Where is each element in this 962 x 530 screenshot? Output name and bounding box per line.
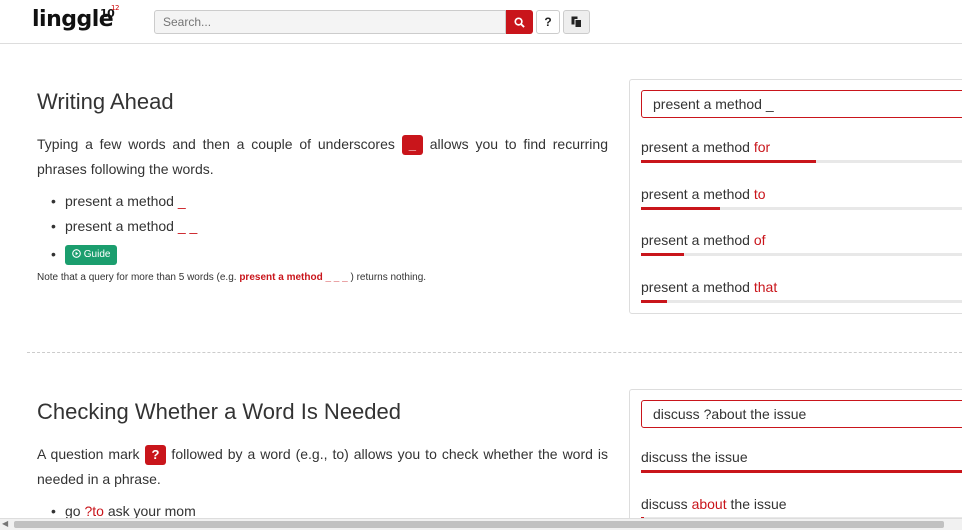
query-limit-note: Note that a query for more than 5 words … [37,272,427,283]
result-row[interactable]: discuss the issue [641,449,962,473]
question-mark-badge: ? [144,445,167,466]
scroll-left-icon[interactable]: ◀ [2,519,8,528]
horizontal-scrollbar[interactable]: ◀ [0,518,962,530]
frequency-bar-fill [641,253,684,256]
results-panel-checking-word: discuss ?about the issue discuss the iss… [629,389,962,530]
results-panel-writing-ahead: present a method _ present a method for … [629,79,962,314]
example-link[interactable]: present a method _ [65,193,186,209]
frequency-bar-fill [641,470,962,473]
query-box[interactable]: discuss ?about the issue [641,400,962,428]
note-example: present a method _ _ _ [239,272,348,283]
frequency-bar-fill [641,160,816,163]
result-row[interactable]: present a method to [641,186,962,210]
frequency-bar-fill [641,207,721,210]
list-item: present a method _ [37,189,197,214]
scrollbar-thumb[interactable] [14,521,944,528]
section-description: Typing a few words and then a couple of … [37,132,608,182]
frequency-bar [641,470,962,473]
frequency-bar [641,160,962,163]
play-circle-icon [72,249,81,259]
copy-button[interactable] [563,10,590,34]
frequency-bar-fill [641,300,668,303]
frequency-bar [641,300,962,303]
example-link[interactable]: present a method _ _ [65,218,197,234]
section-title-writing-ahead: Writing Ahead [37,89,174,114]
help-button[interactable]: ? [536,10,560,34]
example-link[interactable]: go ?to ask your mom [65,503,196,519]
search-input[interactable] [154,10,506,34]
frequency-bar [641,207,962,210]
guide-label: Guide [83,249,111,261]
guide-button[interactable]: Guide [65,245,118,266]
underscore-badge: _ [401,135,423,156]
logo-version-sup: 12 [111,4,119,12]
help-label: ? [544,15,552,29]
result-row[interactable]: discuss about the issue [641,496,962,520]
search-button[interactable] [506,10,533,34]
search-icon [514,16,525,28]
top-bar: linggle 10 12 ? [0,0,962,44]
query-box[interactable]: present a method _ [641,90,962,118]
section-divider [27,352,962,353]
linggle-logo[interactable]: linggle 10 12 [32,4,119,32]
section-description: A question mark ? followed by a word (e.… [37,445,608,487]
result-row[interactable]: present a method that [641,279,962,303]
frequency-bar [641,253,962,256]
section-title-checking-word: Checking Whether a Word Is Needed [37,399,401,424]
result-row[interactable]: present a method for [641,139,962,163]
list-item: Guide [37,242,197,267]
list-item: present a method _ _ [37,214,197,239]
copy-icon [571,16,582,28]
description-text: Typing a few words and then a couple of … [37,136,402,152]
result-row[interactable]: present a method of [641,232,962,256]
example-list: present a method _ present a method _ _ … [37,189,197,267]
